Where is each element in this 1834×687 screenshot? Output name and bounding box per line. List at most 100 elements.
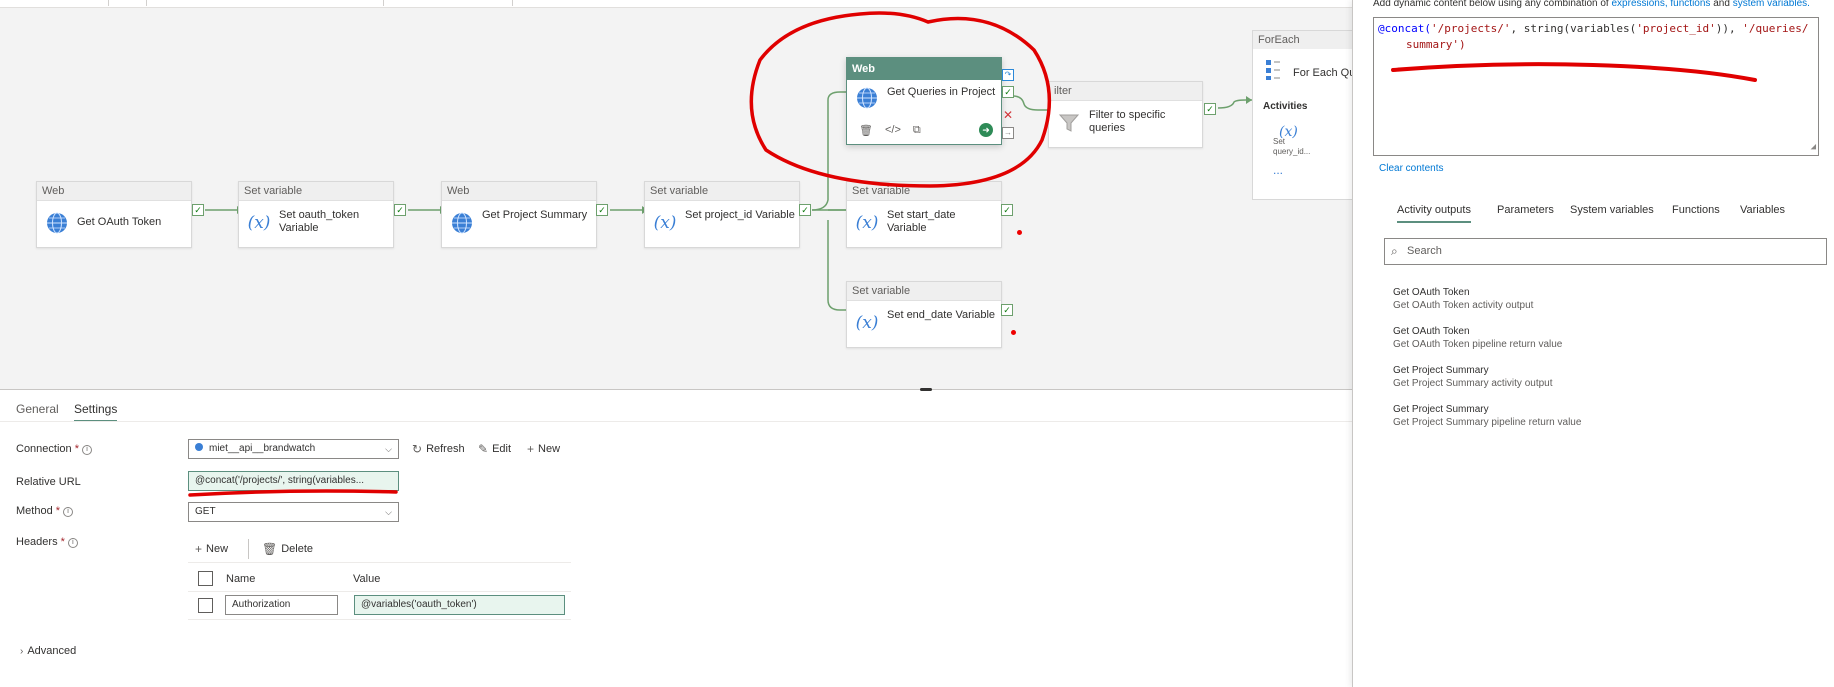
success-port-icon[interactable]: ✓ (192, 204, 204, 216)
resize-handle[interactable] (920, 388, 932, 391)
success-port-icon[interactable]: ✓ (1002, 86, 1014, 98)
failure-port-icon[interactable]: ✕ (1002, 109, 1014, 121)
variable-x-icon: (x) (1279, 124, 1298, 140)
activity-foreach[interactable]: ForEach For Each Que Activities (x) Set … (1252, 30, 1352, 200)
tab-divider (0, 421, 1352, 422)
output-title: Get OAuth Token (1393, 326, 1470, 337)
trash-icon[interactable]: 🗑 (859, 124, 873, 137)
activity-set-oauth-token[interactable]: Set variable (x) Set oauth_token Variabl… (238, 181, 394, 248)
header-name-input[interactable]: Authorization (225, 595, 338, 615)
connection-status-icon (195, 443, 203, 451)
success-port-icon[interactable]: ✓ (1204, 103, 1216, 115)
activity-set-project-id[interactable]: Set variable (x) Set project_id Variable (644, 181, 800, 248)
activity-filter[interactable]: ilter Filter to specific queries (1048, 81, 1203, 148)
expr-token: '/queries/ (1742, 22, 1809, 35)
inner-activity-label: Set query_id... (1273, 137, 1311, 156)
activity-type: Set variable (847, 282, 1001, 301)
plus-icon: + (195, 542, 203, 556)
refresh-button[interactable]: ↻ Refresh (412, 442, 465, 456)
edit-button[interactable]: ✎ Edit (478, 442, 511, 456)
connection-label-text: Connection (16, 443, 72, 455)
relative-url-label: Relative URL (16, 476, 81, 488)
edit-label: Edit (492, 443, 512, 455)
list-item[interactable]: Get OAuth Token Get OAuth Token pipeline… (1393, 326, 1562, 350)
activity-label: Filter to specific queries (1089, 109, 1166, 134)
tab-parameters[interactable]: Parameters (1497, 204, 1554, 216)
tab-activity-outputs[interactable]: Activity outputs (1397, 204, 1471, 223)
delete-header-button[interactable]: 🗑 Delete (262, 542, 313, 556)
info-icon[interactable]: i (63, 507, 74, 517)
connection-label: Connection * i (16, 443, 92, 455)
table-divider (188, 619, 571, 620)
plus-icon: + (527, 442, 535, 456)
header-value-input[interactable]: @variables('oauth_token') (354, 595, 565, 615)
skip-port-icon[interactable]: ↷ (1002, 69, 1014, 81)
output-title: Get Project Summary (1393, 404, 1489, 415)
activity-type: Set variable (847, 182, 1001, 201)
output-title: Get Project Summary (1393, 365, 1489, 376)
new-label: New (538, 443, 561, 455)
tab-settings[interactable]: Settings (74, 402, 118, 422)
resize-grip-icon[interactable]: ◢ (1811, 139, 1816, 155)
row-checkbox[interactable] (198, 598, 213, 613)
clear-contents-link[interactable]: Clear contents (1379, 163, 1443, 174)
list-item[interactable]: Get Project Summary Get Project Summary … (1393, 365, 1553, 389)
headers-label-text: Headers (16, 536, 58, 548)
tab-general[interactable]: General (16, 402, 59, 416)
system-variables-link[interactable]: system variables. (1733, 0, 1810, 9)
tab-system-variables[interactable]: System variables (1570, 204, 1654, 216)
code-icon[interactable]: </> (885, 124, 901, 136)
activity-type: Web (847, 58, 1001, 80)
chevron-down-icon: ⌵ (385, 507, 392, 517)
success-port-icon[interactable]: ✓ (596, 204, 608, 216)
variable-x-icon: (x) (855, 213, 879, 233)
method-label-text: Method (16, 505, 53, 517)
connection-select[interactable]: miet__api__brandwatch ⌵ (188, 439, 399, 459)
activity-type: ilter (1049, 82, 1202, 101)
expression-editor[interactable]: @concat('/projects/', string(variables('… (1373, 17, 1819, 156)
activity-label: Get Queries in Project (887, 86, 996, 98)
list-item[interactable]: Get Project Summary Get Project Summary … (1393, 404, 1581, 428)
list-item[interactable]: Get OAuth Token Get OAuth Token activity… (1393, 287, 1533, 311)
chevron-down-icon: ⌵ (385, 444, 392, 454)
copy-icon[interactable]: ⧉ (913, 124, 921, 137)
advanced-toggle[interactable]: › Advanced (20, 645, 76, 657)
expression-line-1: @concat('/projects/', string(variables('… (1378, 21, 1814, 37)
success-port-icon[interactable]: ✓ (394, 204, 406, 216)
new-connection-button[interactable]: + New (527, 442, 560, 456)
method-select[interactable]: GET ⌵ (188, 502, 399, 522)
activity-set-end-date[interactable]: Set variable (x) Set end_date Variable (846, 281, 1002, 348)
select-all-checkbox[interactable] (198, 571, 213, 586)
pencil-icon: ✎ (478, 442, 489, 456)
column-header-value: Value (353, 573, 381, 585)
expr-token: @concat( (1378, 22, 1431, 35)
activity-set-start-date[interactable]: Set variable (x) Set start_date Variable (846, 181, 1002, 248)
more-icon[interactable]: ... (1273, 164, 1323, 176)
new-header-button[interactable]: + New (195, 542, 228, 556)
activity-get-queries-in-project[interactable]: Web Get Queries in Project 🗑 </> ⧉ ➜ (846, 57, 1002, 145)
required-marker: * (60, 536, 65, 548)
new-header-label: New (206, 543, 229, 555)
success-port-icon[interactable]: ✓ (1001, 204, 1013, 216)
info-icon[interactable]: i (67, 538, 78, 548)
relative-url-input[interactable]: @concat('/projects/', string(variables..… (188, 471, 399, 491)
inner-activity[interactable]: (x) Set query_id... ... (1273, 124, 1323, 185)
arrow-circle-icon[interactable]: ➜ (979, 123, 993, 137)
tab-variables[interactable]: Variables (1740, 204, 1785, 216)
activity-label: Set project_id Variable (685, 209, 795, 221)
completion-port-icon[interactable]: → (1002, 127, 1014, 139)
info-icon[interactable]: i (82, 445, 92, 455)
output-subtitle: Get OAuth Token activity output (1393, 300, 1534, 311)
output-subtitle: Get Project Summary pipeline return valu… (1393, 417, 1582, 428)
intro-and: and (1713, 0, 1730, 9)
activity-get-project-summary[interactable]: Web Get Project Summary (441, 181, 597, 248)
tab-functions[interactable]: Functions (1672, 204, 1720, 216)
pipeline-canvas[interactable]: Web Get OAuth Token ✓ Set variable (x) S… (0, 0, 1352, 389)
success-port-icon[interactable]: ✓ (799, 204, 811, 216)
search-input[interactable]: ⌕ Search (1384, 238, 1827, 265)
success-port-icon[interactable]: ✓ (1001, 304, 1013, 316)
activity-get-oauth-token[interactable]: Web Get OAuth Token (36, 181, 192, 248)
expressions-functions-link[interactable]: expressions, functions (1611, 0, 1710, 9)
activity-label: Set start_date Variable (887, 209, 956, 234)
expr-token: )), (1715, 22, 1743, 35)
